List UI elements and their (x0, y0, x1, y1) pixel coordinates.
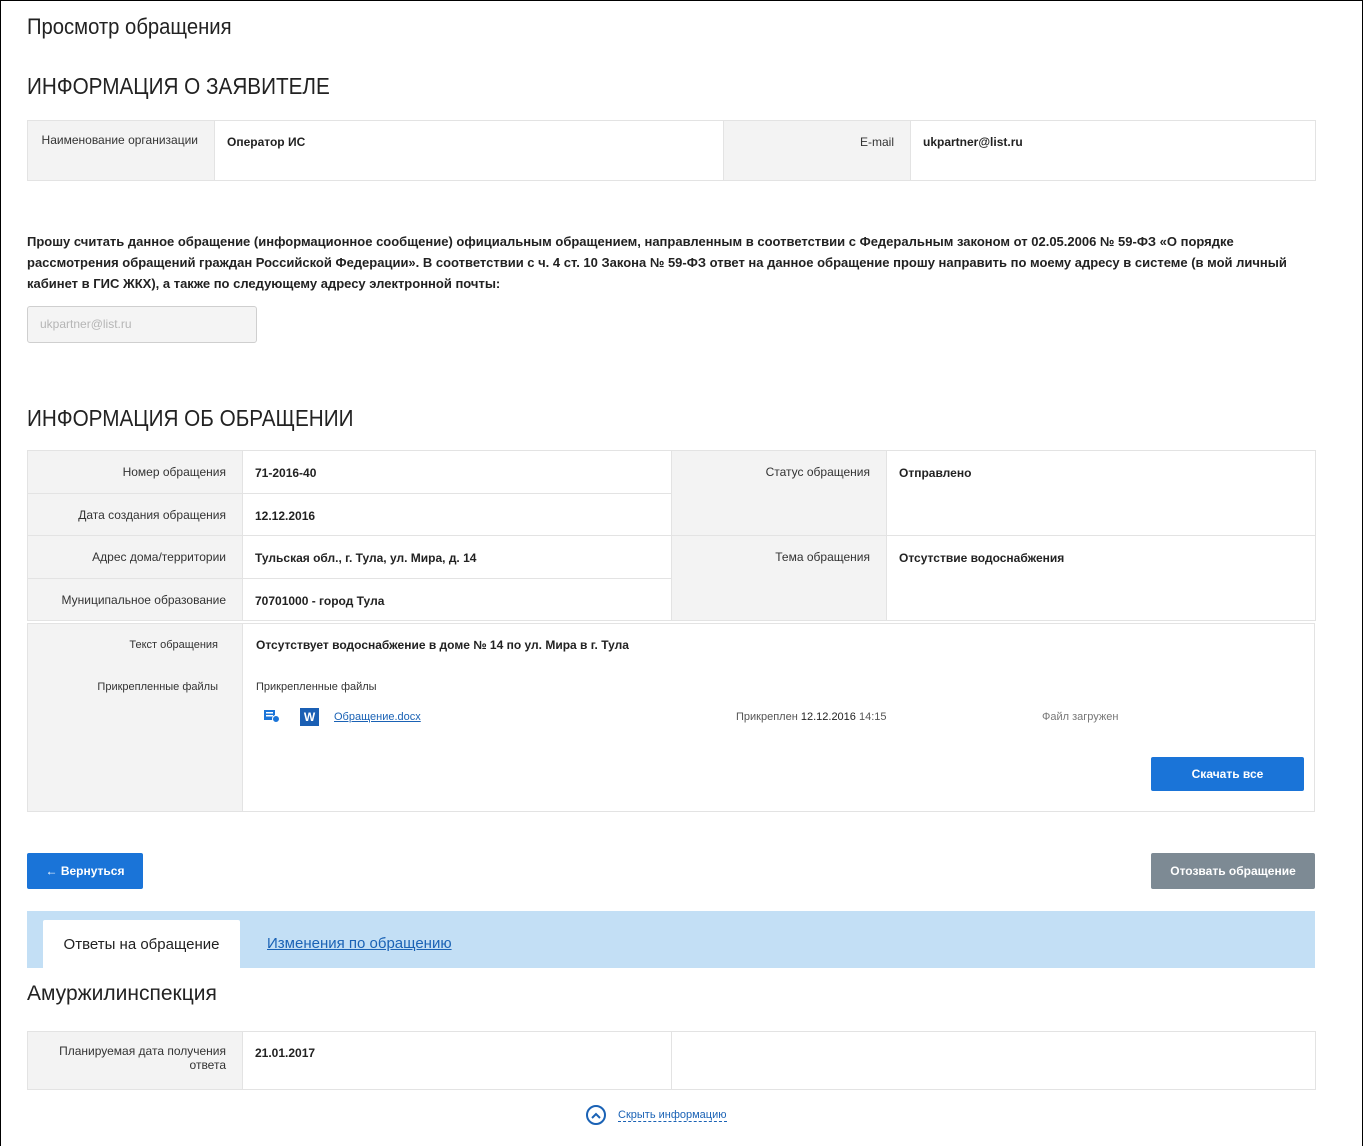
created-value: 12.12.2016 (242, 493, 672, 536)
org-label: Наименование организации (27, 120, 215, 181)
tabs-bar: Ответы на обращение Изменения по обращен… (27, 911, 1315, 968)
file-row: W Обращение.docx Прикреплен 12.12.2016 1… (264, 708, 1304, 730)
email-value: ukpartner@list.ru (910, 120, 1316, 181)
number-value: 71-2016-40 (242, 450, 672, 494)
request-text-files-block: Текст обращения Прикрепленные файлы Отсу… (27, 623, 1315, 812)
text-label: Текст обращения (129, 639, 218, 651)
tab-changes[interactable]: Изменения по обращению (267, 935, 452, 952)
topic-value: Отсутствие водоснабжения (886, 535, 1316, 621)
org-value: Оператор ИС (214, 120, 724, 181)
number-label: Номер обращения (27, 450, 243, 494)
file-status: Файл загружен (1042, 711, 1119, 723)
municipality-label: Муниципальное образование (27, 578, 243, 621)
signature-icon[interactable] (264, 710, 280, 724)
files-label: Прикрепленные файлы (97, 681, 218, 693)
applicant-info-table: Наименование организации Оператор ИС E-m… (27, 120, 1316, 181)
response-info-table: Планируемая дата получения ответа 21.01.… (27, 1031, 1316, 1090)
attached-prefix: Прикреплен (736, 711, 798, 723)
tab-responses[interactable]: Ответы на обращение (43, 920, 240, 968)
planned-date-label: Планируемая дата получения ответа (27, 1031, 243, 1090)
applicant-section-title: ИНФОРМАЦИЯ О ЗАЯВИТЕЛЕ (27, 73, 330, 99)
response-org-name: Амуржилинспекция (27, 982, 217, 1005)
attached-date: 12.12.2016 (800, 711, 856, 723)
page-title: Просмотр обращения (27, 14, 232, 39)
status-value: Отправлено (886, 450, 1316, 536)
request-section-title: ИНФОРМАЦИЯ ОБ ОБРАЩЕНИИ (27, 405, 354, 431)
chevron-up-icon[interactable] (586, 1105, 606, 1125)
file-name-link[interactable]: Обращение.docx (334, 711, 421, 723)
withdraw-button[interactable]: Отозвать обращение (1151, 853, 1315, 889)
request-info-table: Номер обращения 71-2016-40 Статус обраще… (27, 450, 1316, 621)
download-all-button[interactable]: Скачать все (1151, 757, 1304, 791)
request-text-value: Отсутствует водоснабжение в доме № 14 по… (256, 638, 629, 652)
address-value: Тульская обл., г. Тула, ул. Мира, д. 14 (242, 535, 672, 579)
word-file-icon: W (300, 708, 319, 726)
planned-date-value: 21.01.2017 (242, 1031, 672, 1090)
files-block-labels: Текст обращения Прикрепленные файлы (28, 624, 243, 811)
response-email-input[interactable]: ukpartner@list.ru (27, 306, 257, 343)
created-label: Дата создания обращения (27, 493, 243, 536)
status-label: Статус обращения (671, 450, 887, 536)
attached-info: Прикреплен 12.12.2016 14:15 (736, 711, 887, 723)
back-button[interactable]: ← Вернуться (27, 853, 143, 889)
notice-text: Прошу считать данное обращение (информац… (27, 234, 1287, 291)
municipality-value: 70701000 - город Тула (242, 578, 672, 621)
email-label: E-mail (723, 120, 911, 181)
files-header: Прикрепленные файлы (256, 681, 377, 693)
address-label: Адрес дома/территории (27, 535, 243, 579)
response-empty-cell (671, 1031, 1316, 1090)
topic-label: Тема обращения (671, 535, 887, 621)
hide-info-link[interactable]: Скрыть информацию (618, 1109, 727, 1122)
attached-time: 14:15 (858, 711, 887, 723)
hide-info-control[interactable]: Скрыть информацию (586, 1105, 727, 1125)
